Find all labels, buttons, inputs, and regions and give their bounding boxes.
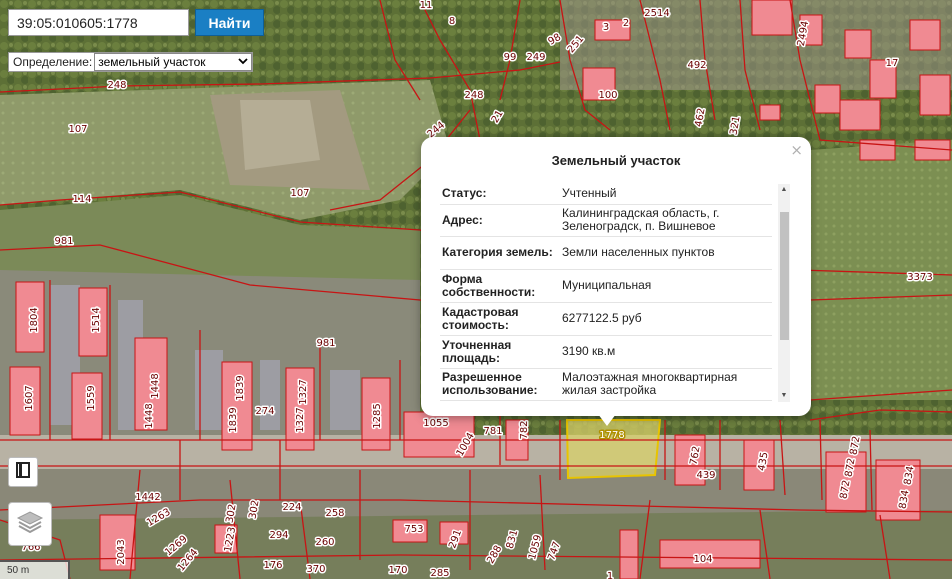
plot-number-label: 1514 [91,307,102,332]
plot-number-label: 1804 [29,307,40,332]
plot-number-label: 2043 [116,539,127,564]
plot-number-label: 114 [72,194,91,205]
plot-number-label: 1327 [298,379,309,404]
plot-number-label: 492 [687,60,706,71]
attribute-row: Кадастровая стоимость: 6277122.5 руб [440,302,772,336]
plot-number-label: 285 [430,568,449,579]
cadastral-map[interactable]: 11 8 2514 3 2 98 99 249 251 492 17 2494 248 100 248 21 4… [0,0,952,579]
cadastral-number-input[interactable] [8,9,189,36]
plot-number-label: 100 [598,90,617,101]
scroll-thumb[interactable] [780,212,789,340]
find-button[interactable]: Найти [195,9,264,36]
plot-number-label: 294 [269,530,288,541]
attribute-key: Уточненная площадь: [440,335,558,369]
selected-plot-label: 1778 [599,430,624,441]
plot-number-label: 1559 [86,385,97,410]
plot-number-label: 1839 [235,375,246,400]
plot-number-label: 1607 [24,385,35,410]
attribute-key: Кадастровая стоимость: [440,302,558,336]
plot-number-label: 248 [107,80,126,91]
plot-number-label: 8 [449,16,455,27]
bookmark-button[interactable] [8,457,38,487]
attribute-row: Статус: Учтенный [440,184,772,205]
chevron-down-icon [238,57,248,68]
plot-number-label: 2 [623,18,629,29]
attribute-row: Адрес: Калининградская область, г. Зелено… [440,204,772,237]
plot-number-label: 107 [68,124,87,135]
plot-number-label: 1448 [144,403,155,428]
attribute-row: Форма собственности: Муниципальная [440,269,772,303]
plot-number-label: 1839 [228,407,239,432]
plot-number-label: 1285 [372,403,383,428]
plot-number-label: 439 [696,470,715,481]
plot-number-label: 176 [263,560,282,571]
popup-body[interactable]: Статус: Учтенный Адрес: Калининградская обл… [440,184,790,402]
attribute-value: Калининградская область, г. Зеленоградск… [558,204,772,237]
plot-number-label: 260 [315,537,334,548]
popup-pointer [598,414,616,426]
attribute-row: Разрешенное использование: Малоэтажная мн… [440,368,772,401]
plot-number-label: 107 [290,188,309,199]
attribute-key: Разрешенное использование: [440,368,558,401]
selected-plot-1778 [565,419,662,480]
attribute-row: Категория земель: Земли населенных пункто… [440,236,772,270]
definition-label: Определение: [13,55,93,69]
attribute-value: Муниципальная [558,269,772,303]
plot-number-label: 981 [54,236,73,247]
plot-number-label: 981 [316,338,335,349]
plot-number-label: 2514 [644,8,669,19]
search-bar: Найти [8,9,264,36]
definition-control: Определение: земельный участок [8,52,254,72]
plot-number-label: 258 [325,508,344,519]
plot-number-label: 782 [519,420,530,439]
plot-number-label: 248 [464,90,483,101]
plot-number-label: 249 [526,52,545,63]
layers-icon [15,507,45,542]
scroll-down-icon[interactable]: ▼ [778,390,790,402]
layers-button[interactable] [8,502,52,546]
attribute-key: Категория земель: [440,236,558,270]
attribute-row: Уточненная площадь: 3190 кв.м [440,335,772,369]
scroll-up-icon[interactable]: ▲ [778,184,790,196]
plot-number-label: 1327 [295,407,306,432]
attribute-value: Учтенный [558,184,772,205]
plot-number-label: 224 [282,502,301,513]
attribute-key: Адрес: [440,204,558,237]
definition-select[interactable]: земельный участок [94,53,253,71]
definition-selected: земельный участок [98,55,206,69]
attribute-value: 6277122.5 руб [558,302,772,336]
plot-number-label: 3 [603,22,609,33]
plot-number-label: 781 [483,426,502,437]
plot-info-popup: × Земельный участок Статус: Учтенный Адрес… [421,137,811,416]
plot-number-label: 11 [420,0,433,11]
attribute-key: Форма собственности: [440,269,558,303]
plot-attributes-table: Статус: Учтенный Адрес: Калининградская обл… [440,184,772,401]
attribute-key: Статус: [440,184,558,205]
plot-number-label: 17 [886,58,899,69]
plot-number-label: 1 [607,571,613,579]
plot-number-label: 370 [306,564,325,575]
popup-title: Земельный участок [551,153,681,168]
scale-bar: 50 m [0,560,70,579]
plot-number-label: 104 [693,554,712,565]
plot-number-label: 274 [255,406,274,417]
plot-number-label: 170 [388,565,407,576]
plot-number-label: 99 [504,52,517,63]
attribute-value: Земли населенных пунктов [558,236,772,270]
attribute-value: Малоэтажная многоквартирная жилая застро… [558,368,772,401]
bookmark-icon [14,461,32,484]
plot-number-label: 753 [404,524,423,535]
plot-number-label: 3373 [907,272,932,283]
attribute-value: 3190 кв.м [558,335,772,369]
plot-number-label: 1448 [150,373,161,398]
popup-scrollbar[interactable]: ▲ ▼ [778,184,790,402]
plot-number-label: 1442 [135,492,160,503]
plot-number-label: 1055 [423,418,448,429]
